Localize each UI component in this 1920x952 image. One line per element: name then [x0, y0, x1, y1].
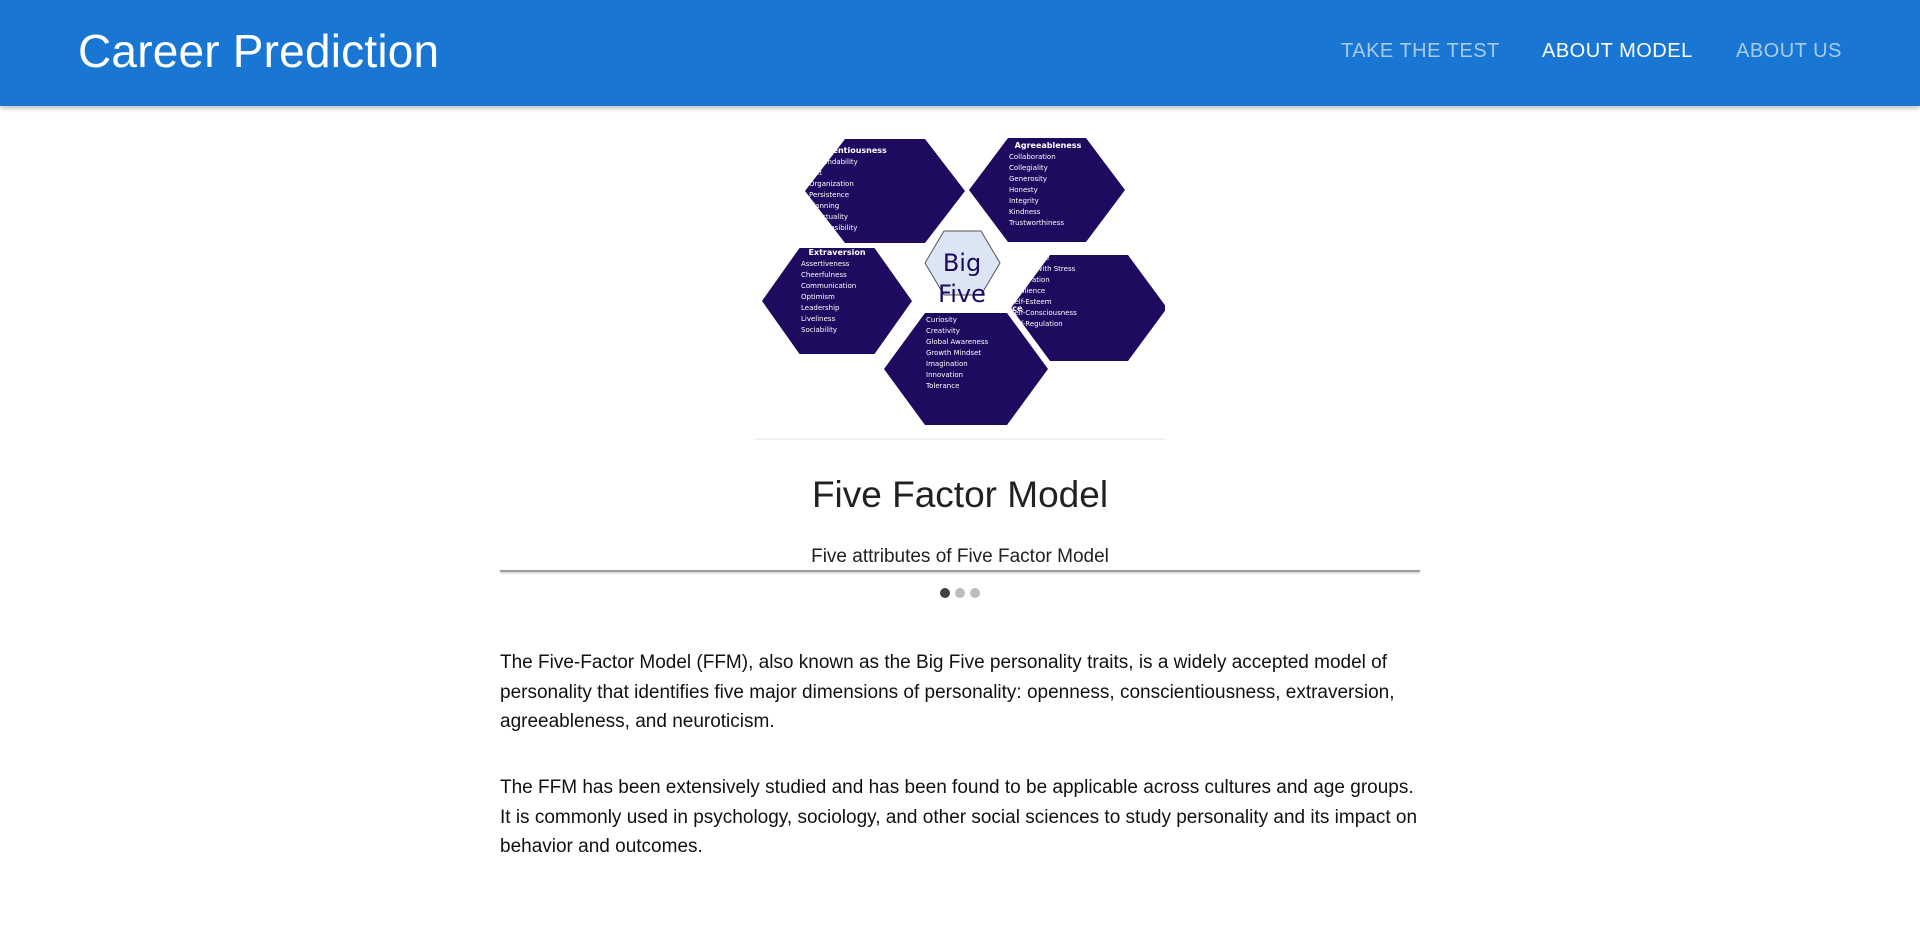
trait-punctuality: Punctuality: [809, 213, 848, 221]
trait-collaboration: Collaboration: [1009, 153, 1056, 161]
trait-self-regulation: Self-Regulation: [1010, 320, 1063, 328]
trait-tolerance: Tolerance: [925, 382, 959, 390]
trait-liveliness: Liveliness: [801, 315, 836, 323]
nav-about-us[interactable]: ABOUT US: [1736, 40, 1842, 63]
ffm-studies-paragraph: The FFM has been extensively studied and…: [500, 777, 1418, 857]
center-label-line1: Big: [943, 249, 981, 277]
brand-logo[interactable]: Career Prediction: [78, 24, 439, 78]
trait-curiosity: Curiosity: [926, 316, 957, 324]
trait-creativity: Creativity: [926, 327, 960, 335]
hexagon-openness-to-experience: [884, 313, 1048, 425]
hexagon-title-conscientiousness: Conscientiousness: [803, 146, 887, 155]
trait-resilience: Resilience: [1010, 287, 1045, 295]
trait-confidence: Confidence: [1010, 254, 1049, 262]
intro-paragraph: The Five-Factor Model (FFM), also known …: [500, 652, 1395, 732]
trait-coping-with-stress: Coping with Stress: [1010, 265, 1076, 273]
app-bar: Career Prediction TAKE THE TEST ABOUT MO…: [0, 0, 1920, 106]
nav-about-model[interactable]: ABOUT MODEL: [1542, 40, 1693, 63]
trait-kindness: Kindness: [1009, 208, 1041, 216]
carousel-dot-3[interactable]: [970, 588, 980, 598]
trait-persistence: Persistence: [809, 191, 849, 199]
hexagon-title-agreeableness: Agreeableness: [1015, 141, 1082, 150]
model-carousel[interactable]: Big Five Conscientiousness Dependability G…: [500, 106, 1420, 606]
hexagon-title-extraversion: Extraversion: [808, 248, 865, 257]
trait-innovation: Innovation: [926, 371, 963, 379]
trait-assertiveness: Assertiveness: [801, 260, 850, 268]
carousel-dot-1[interactable]: [940, 588, 950, 598]
trait-dependability: Dependability: [809, 158, 858, 166]
trait-growth-mindset: Growth Mindset: [926, 349, 981, 357]
slide-subtitle: Five attributes of Five Factor Model: [811, 546, 1109, 567]
trait-global-awareness: Global Awareness: [926, 338, 988, 346]
trait-responsibility: Responsibility: [809, 224, 857, 232]
hexagon-title-openness-to-experience: Openness to Experience: [914, 304, 1024, 313]
big-five-diagram: Big Five ConscientiousnessDependabilityG…: [755, 138, 1165, 440]
trait-generosity: Generosity: [1009, 175, 1047, 183]
trait-collegiality: Collegiality: [1009, 164, 1048, 172]
nav-take-the-test[interactable]: TAKE THE TEST: [1341, 40, 1500, 63]
trait-integrity: Integrity: [1009, 197, 1039, 205]
carousel-indicators: [940, 588, 980, 598]
trait-leadership: Leadership: [801, 304, 840, 312]
trait-imagination: Imagination: [926, 360, 968, 368]
trait-organization: Organization: [809, 180, 854, 188]
trait-planning: Planning: [809, 202, 839, 210]
carousel-dot-2[interactable]: [955, 588, 965, 598]
trait-sociability: Sociability: [801, 326, 837, 334]
trait-honesty: Honesty: [1009, 186, 1038, 194]
trait-moderation: Moderation: [1010, 276, 1050, 284]
slide-title: Five Factor Model: [811, 474, 1109, 515]
trait-communication: Communication: [801, 282, 856, 290]
hexagon-title-emotional-stability: Emotional Stability: [1005, 242, 1092, 251]
trait-trustworthiness: Trustworthiness: [1008, 219, 1064, 227]
trait-grit: Grit: [809, 169, 822, 177]
caption-divider: [500, 570, 1420, 572]
trait-optimism: Optimism: [801, 293, 835, 301]
trait-cheerfulness: Cheerfulness: [801, 271, 847, 279]
